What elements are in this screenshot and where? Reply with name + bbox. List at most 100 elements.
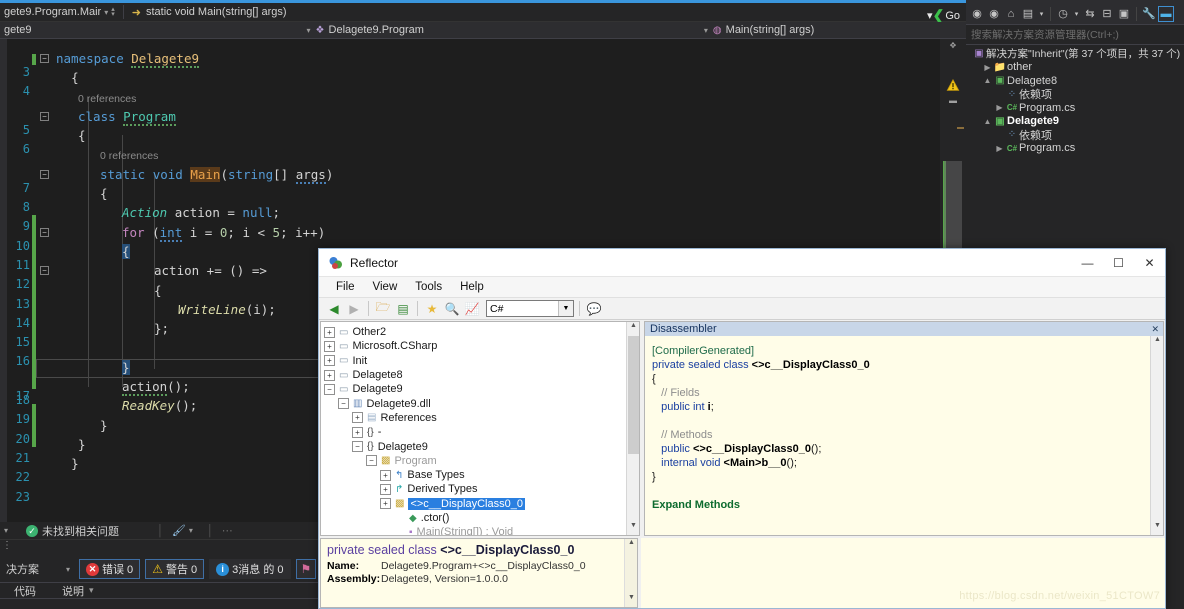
forward-icon[interactable]: ▶ [345, 300, 363, 318]
errors-filter-button[interactable]: ✕ 错误 0 [79, 559, 141, 579]
solution-tree-item-Program.cs[interactable]: ▶ C# Program.cs [966, 142, 1184, 156]
solution-tree-item-Program.cs[interactable]: ▶ C# Program.cs [966, 101, 1184, 115]
solution-tree-item-other[interactable]: ▶ 📁 other [966, 61, 1184, 75]
chevron-down-icon[interactable]: ▾ [1072, 6, 1081, 22]
scroll-up-icon[interactable]: ✥ [948, 41, 958, 51]
close-button[interactable]: ✕ [1134, 249, 1165, 277]
collapse-toggle-icon[interactable]: − [40, 54, 49, 63]
chevron-down-icon[interactable]: ▾ [1037, 6, 1046, 22]
show-all-files-icon[interactable]: ◷ [1055, 6, 1071, 22]
expander-icon[interactable]: + [352, 412, 363, 424]
reflector-tree-item-Init[interactable]: + ▭ Init [324, 354, 639, 368]
menu-file[interactable]: File [327, 281, 364, 293]
expander-icon[interactable]: + [324, 369, 335, 381]
expander-icon[interactable]: + [324, 355, 335, 367]
back-icon[interactable]: ◉ [969, 6, 985, 22]
scope-filter-dropdown[interactable]: 决方案 ▾ [2, 560, 74, 578]
solution-explorer-tree[interactable]: ▣ 解决方案"Inherit"(第 37 个项目，共 37 个) ▶ 📁 other… [966, 45, 1184, 155]
warning-icon[interactable] [946, 79, 960, 92]
disassembler-token[interactable]: Expand Methods [652, 499, 740, 511]
solution-tree-item-Delagete9[interactable]: ▲ ▣ Delagete9 [966, 115, 1184, 129]
info-scrollbar[interactable]: ▲ ▼ [624, 539, 637, 607]
solution-tree-item-依赖项[interactable]: ⁘ 依赖项 [966, 88, 1184, 102]
collapse-toggle-icon[interactable]: − [40, 169, 49, 179]
collapse-all-icon[interactable]: ⊟ [1099, 6, 1115, 22]
disassembler-scrollbar[interactable]: ▲ ▼ [1150, 336, 1163, 535]
expander-icon[interactable]: + [380, 498, 391, 510]
reflector-disassembler-pane[interactable]: Disassembler ✕ [CompilerGenerated] privat… [644, 321, 1164, 536]
menu-help[interactable]: Help [451, 281, 493, 293]
favorites-icon[interactable]: ★ [423, 300, 441, 318]
scroll-up-icon[interactable]: ▲ [625, 539, 637, 552]
expander-icon[interactable]: + [380, 469, 391, 481]
collapse-toggle-icon[interactable]: − [40, 227, 49, 237]
language-dropdown[interactable]: C# ▼ [486, 300, 574, 317]
collapse-toggle-icon[interactable]: − [40, 266, 49, 276]
maximize-button[interactable]: ☐ [1103, 249, 1134, 277]
reflector-tree-item-Derived-Types[interactable]: + ↱ Derived Types [324, 482, 639, 496]
analyze-icon[interactable]: 📈 [463, 300, 481, 318]
reflector-window[interactable]: Reflector — ☐ ✕ File View Tools Help ◀ ▶… [318, 248, 1166, 609]
reflector-tree-item-Base-Types[interactable]: + ↰ Base Types [324, 468, 639, 482]
broom-icon[interactable]: 🖌 [172, 524, 186, 537]
breadcrumb-method[interactable]: ▾ ◍ Main(string[] args) [699, 24, 814, 36]
expander-icon[interactable]: − [366, 455, 377, 467]
twisty-icon[interactable]: ▲ [982, 117, 993, 126]
code-lens[interactable]: 0 references [0, 146, 966, 165]
expander-icon[interactable]: + [324, 340, 335, 352]
reflector-assembly-tree[interactable]: + ▭ Other2 + ▭ Microsoft.CSharp + ▭ Init + ▭ Delage… [320, 321, 640, 536]
scroll-down-icon[interactable]: ▼ [1151, 522, 1163, 535]
reflector-tree-scrollbar[interactable]: ▲ ▼ [626, 322, 639, 535]
expander-icon[interactable]: + [324, 326, 335, 338]
solution-explorer-search[interactable]: 搜索解决方案资源管理器(Ctrl+;) [966, 25, 1184, 45]
member-dropdown[interactable]: ➜ static void Main(string[] args) [128, 3, 289, 22]
expander-icon[interactable]: + [352, 426, 363, 438]
breadcrumb-project[interactable]: gete9 [0, 24, 32, 36]
messages-filter-button[interactable]: i 3消息 的 0 [209, 559, 291, 579]
column-header-description[interactable]: 说明 [62, 583, 84, 599]
reflector-tree-item-References[interactable]: + ▤ References [324, 411, 639, 425]
solution-tree-item-Delagete8[interactable]: ▲ ▣ Delagete8 [966, 74, 1184, 88]
reflector-tree-item-Delagete8[interactable]: + ▭ Delagete8 [324, 368, 639, 382]
pending-changes-icon[interactable]: ▤ [1020, 6, 1036, 22]
reflector-tree-item--[interactable]: + {} - [324, 425, 639, 439]
solution-root-node[interactable]: ▣ 解决方案"Inherit"(第 37 个项目，共 37 个) [966, 47, 1184, 61]
assembly-list-icon[interactable]: ▤ [394, 300, 412, 318]
scope-dropdown[interactable]: gete9.Program.Mair ▾ ▴ ▾ [0, 3, 119, 22]
scroll-down-icon[interactable]: ▼ [627, 522, 639, 535]
reflector-tree-item-Microsoft-CSharp[interactable]: + ▭ Microsoft.CSharp [324, 339, 639, 353]
chevron-down-icon[interactable]: ▾ [189, 526, 193, 535]
expander-icon[interactable]: − [338, 398, 349, 410]
close-icon[interactable]: ✕ [1151, 324, 1163, 335]
updown-spinner-icon[interactable]: ▴ ▾ [111, 6, 115, 18]
reflector-tree-item--ctor-[interactable]: ◆ .ctor() [324, 511, 639, 525]
expander-icon[interactable]: − [352, 441, 363, 453]
reflector-tree-item-Program[interactable]: − ▩ Program [324, 454, 639, 468]
minimize-button[interactable]: — [1072, 249, 1103, 277]
scroll-up-icon[interactable]: ▲ [627, 322, 639, 335]
reflector-tree-item-Delagete9[interactable]: − ▭ Delagete9 [324, 382, 639, 396]
twisty-icon[interactable]: ▶ [994, 144, 1005, 153]
toggle-intellisense-button[interactable]: ⚑ [295, 559, 317, 579]
reflector-title-bar[interactable]: Reflector — ☐ ✕ [319, 249, 1165, 277]
menu-tools[interactable]: Tools [406, 281, 451, 293]
reflector-tree-item-Main-String-Void[interactable]: ▪ Main(String[]) : Void [324, 525, 639, 535]
home-icon[interactable]: ⌂ [1003, 6, 1019, 22]
expander-icon[interactable]: − [324, 383, 335, 395]
search-icon[interactable]: 🔍 [443, 300, 461, 318]
reflector-tree-item--c-DisplayClass0-0[interactable]: + ▩ <>c__DisplayClass0_0 [324, 497, 639, 511]
reflector-tree-item-Other2[interactable]: + ▭ Other2 [324, 325, 639, 339]
back-icon[interactable]: ◀ [325, 300, 343, 318]
reflector-tree-item-Delagete9-dll[interactable]: − ▥ Delagete9.dll [324, 396, 639, 410]
twisty-icon[interactable]: ▲ [982, 76, 993, 85]
open-assembly-icon[interactable]: 🗁 [374, 300, 392, 318]
collapse-toggle-icon[interactable]: − [40, 111, 49, 121]
twisty-icon[interactable]: ▶ [994, 103, 1005, 112]
wrench-icon[interactable]: 🔧 [1141, 6, 1157, 22]
twisty-icon[interactable]: ▶ [982, 63, 993, 72]
warnings-filter-button[interactable]: ⚠ 警告 0 [145, 559, 205, 579]
reflector-tree-item-Delagete9[interactable]: −{} Delagete9 [324, 439, 639, 453]
comment-icon[interactable]: 💬 [585, 300, 603, 318]
minimize-panel-icon[interactable]: ▬ [1158, 5, 1174, 22]
expander-icon[interactable]: + [380, 483, 391, 495]
